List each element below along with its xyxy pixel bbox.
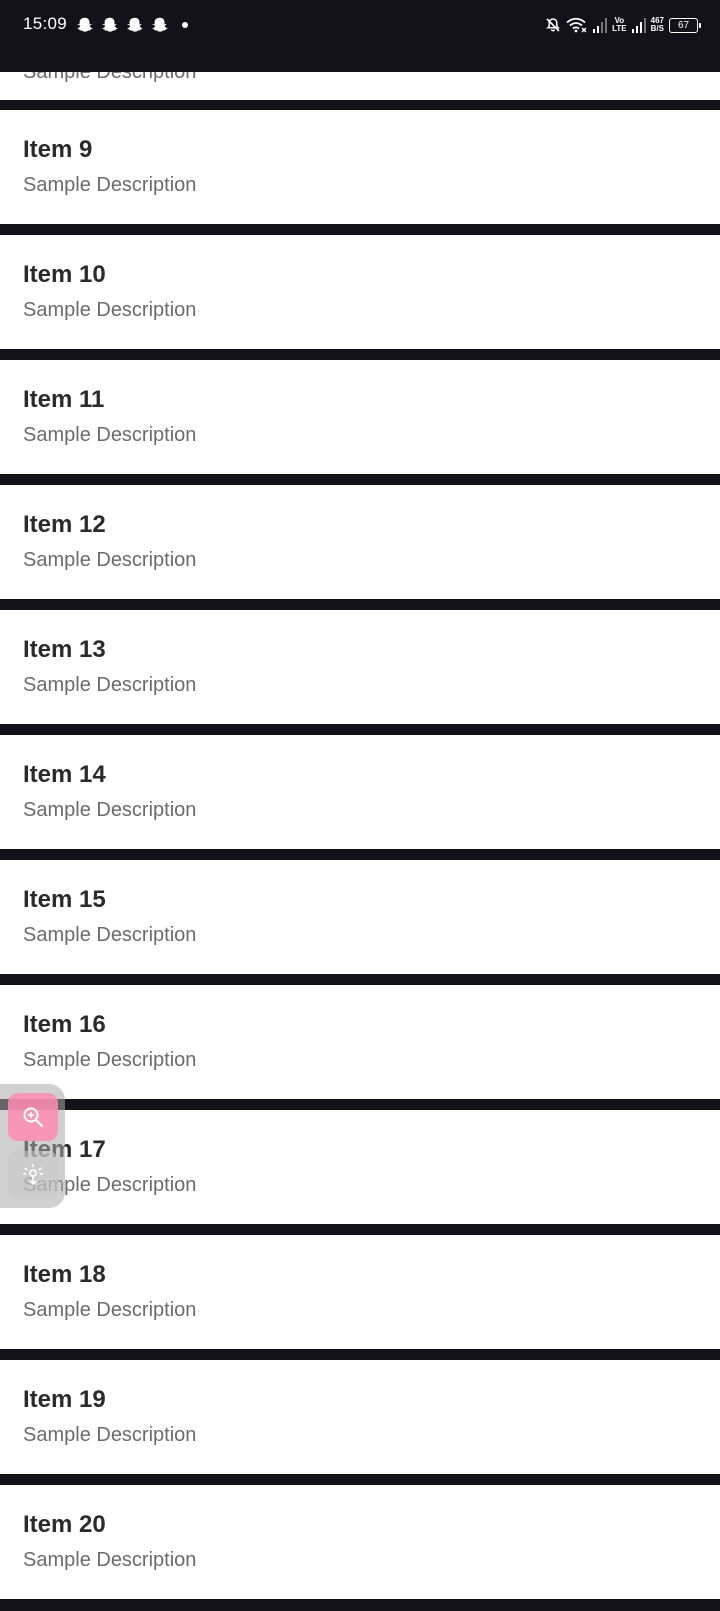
- more-notifications-dot-icon: [182, 22, 188, 28]
- battery-icon: 67: [669, 17, 701, 33]
- floating-tool-panel[interactable]: [0, 1084, 65, 1208]
- list-item[interactable]: Item 15 Sample Description: [0, 860, 720, 974]
- signal-strength-icon-2: [631, 18, 646, 33]
- tap-gesture-icon: [23, 1164, 43, 1186]
- snapchat-notification-icon: [127, 17, 143, 32]
- list-item[interactable]: Item 12 Sample Description: [0, 485, 720, 599]
- snapchat-notification-icon: [152, 17, 168, 32]
- item-description: Sample Description: [23, 174, 197, 196]
- list-item[interactable]: Item 19 Sample Description: [0, 1360, 720, 1474]
- zoom-button[interactable]: [8, 1093, 58, 1141]
- item-description: Sample Description: [23, 72, 197, 83]
- list-item[interactable]: Item 10 Sample Description: [0, 235, 720, 349]
- item-title: Item 9: [23, 136, 93, 163]
- list-item[interactable]: Item 20 Sample Description: [0, 1485, 720, 1599]
- zoom-in-icon: [23, 1107, 44, 1128]
- item-title: Item 18: [23, 1261, 106, 1288]
- item-title: Item 20: [23, 1511, 106, 1538]
- list-item[interactable]: Item 16 Sample Description: [0, 985, 720, 1099]
- item-title: Item 12: [23, 511, 106, 538]
- item-title: Item 10: [23, 261, 106, 288]
- item-title: Item 16: [23, 1011, 106, 1038]
- status-time: 15:09: [23, 14, 68, 33]
- list-item-partial[interactable]: Sample Description: [0, 72, 720, 100]
- item-description: Sample Description: [23, 1299, 197, 1321]
- list-item[interactable]: Item 14 Sample Description: [0, 735, 720, 849]
- item-title: Item 15: [23, 886, 106, 913]
- volte-indicator: Vo LTE: [612, 16, 627, 33]
- item-description: Sample Description: [23, 299, 197, 321]
- network-speed: 467 B/S: [650, 16, 664, 33]
- mute-bell-icon: [546, 18, 560, 32]
- list-item[interactable]: Item 11 Sample Description: [0, 360, 720, 474]
- snapchat-notification-icon: [102, 17, 118, 32]
- item-title: Item 11: [23, 386, 105, 413]
- item-title: Item 14: [23, 761, 106, 788]
- notification-icons: [76, 16, 188, 34]
- item-title: Item 13: [23, 636, 106, 663]
- system-status-icons: Vo LTE 467 B/S 67: [540, 14, 701, 36]
- item-description: Sample Description: [23, 1549, 197, 1571]
- item-description: Sample Description: [23, 1049, 197, 1071]
- status-bar: 15:09 Vo LTE 467 B/S 67: [0, 0, 720, 72]
- item-description: Sample Description: [23, 424, 197, 446]
- list-item[interactable]: Item 9 Sample Description: [0, 110, 720, 224]
- item-description: Sample Description: [23, 674, 197, 696]
- list-item[interactable]: Item 17 Sample Description: [0, 1110, 720, 1224]
- tap-gesture-button[interactable]: [8, 1151, 58, 1199]
- battery-level: 67: [677, 19, 690, 31]
- list-item[interactable]: Item 18 Sample Description: [0, 1235, 720, 1349]
- list-item[interactable]: Item 13 Sample Description: [0, 610, 720, 724]
- item-description: Sample Description: [23, 924, 197, 946]
- wifi-icon: [566, 17, 587, 33]
- item-title: Item 19: [23, 1386, 106, 1413]
- signal-strength-icon: [593, 18, 608, 33]
- item-description: Sample Description: [23, 1424, 197, 1446]
- item-description: Sample Description: [23, 799, 197, 821]
- snapchat-notification-icon: [77, 17, 93, 32]
- item-description: Sample Description: [23, 549, 197, 571]
